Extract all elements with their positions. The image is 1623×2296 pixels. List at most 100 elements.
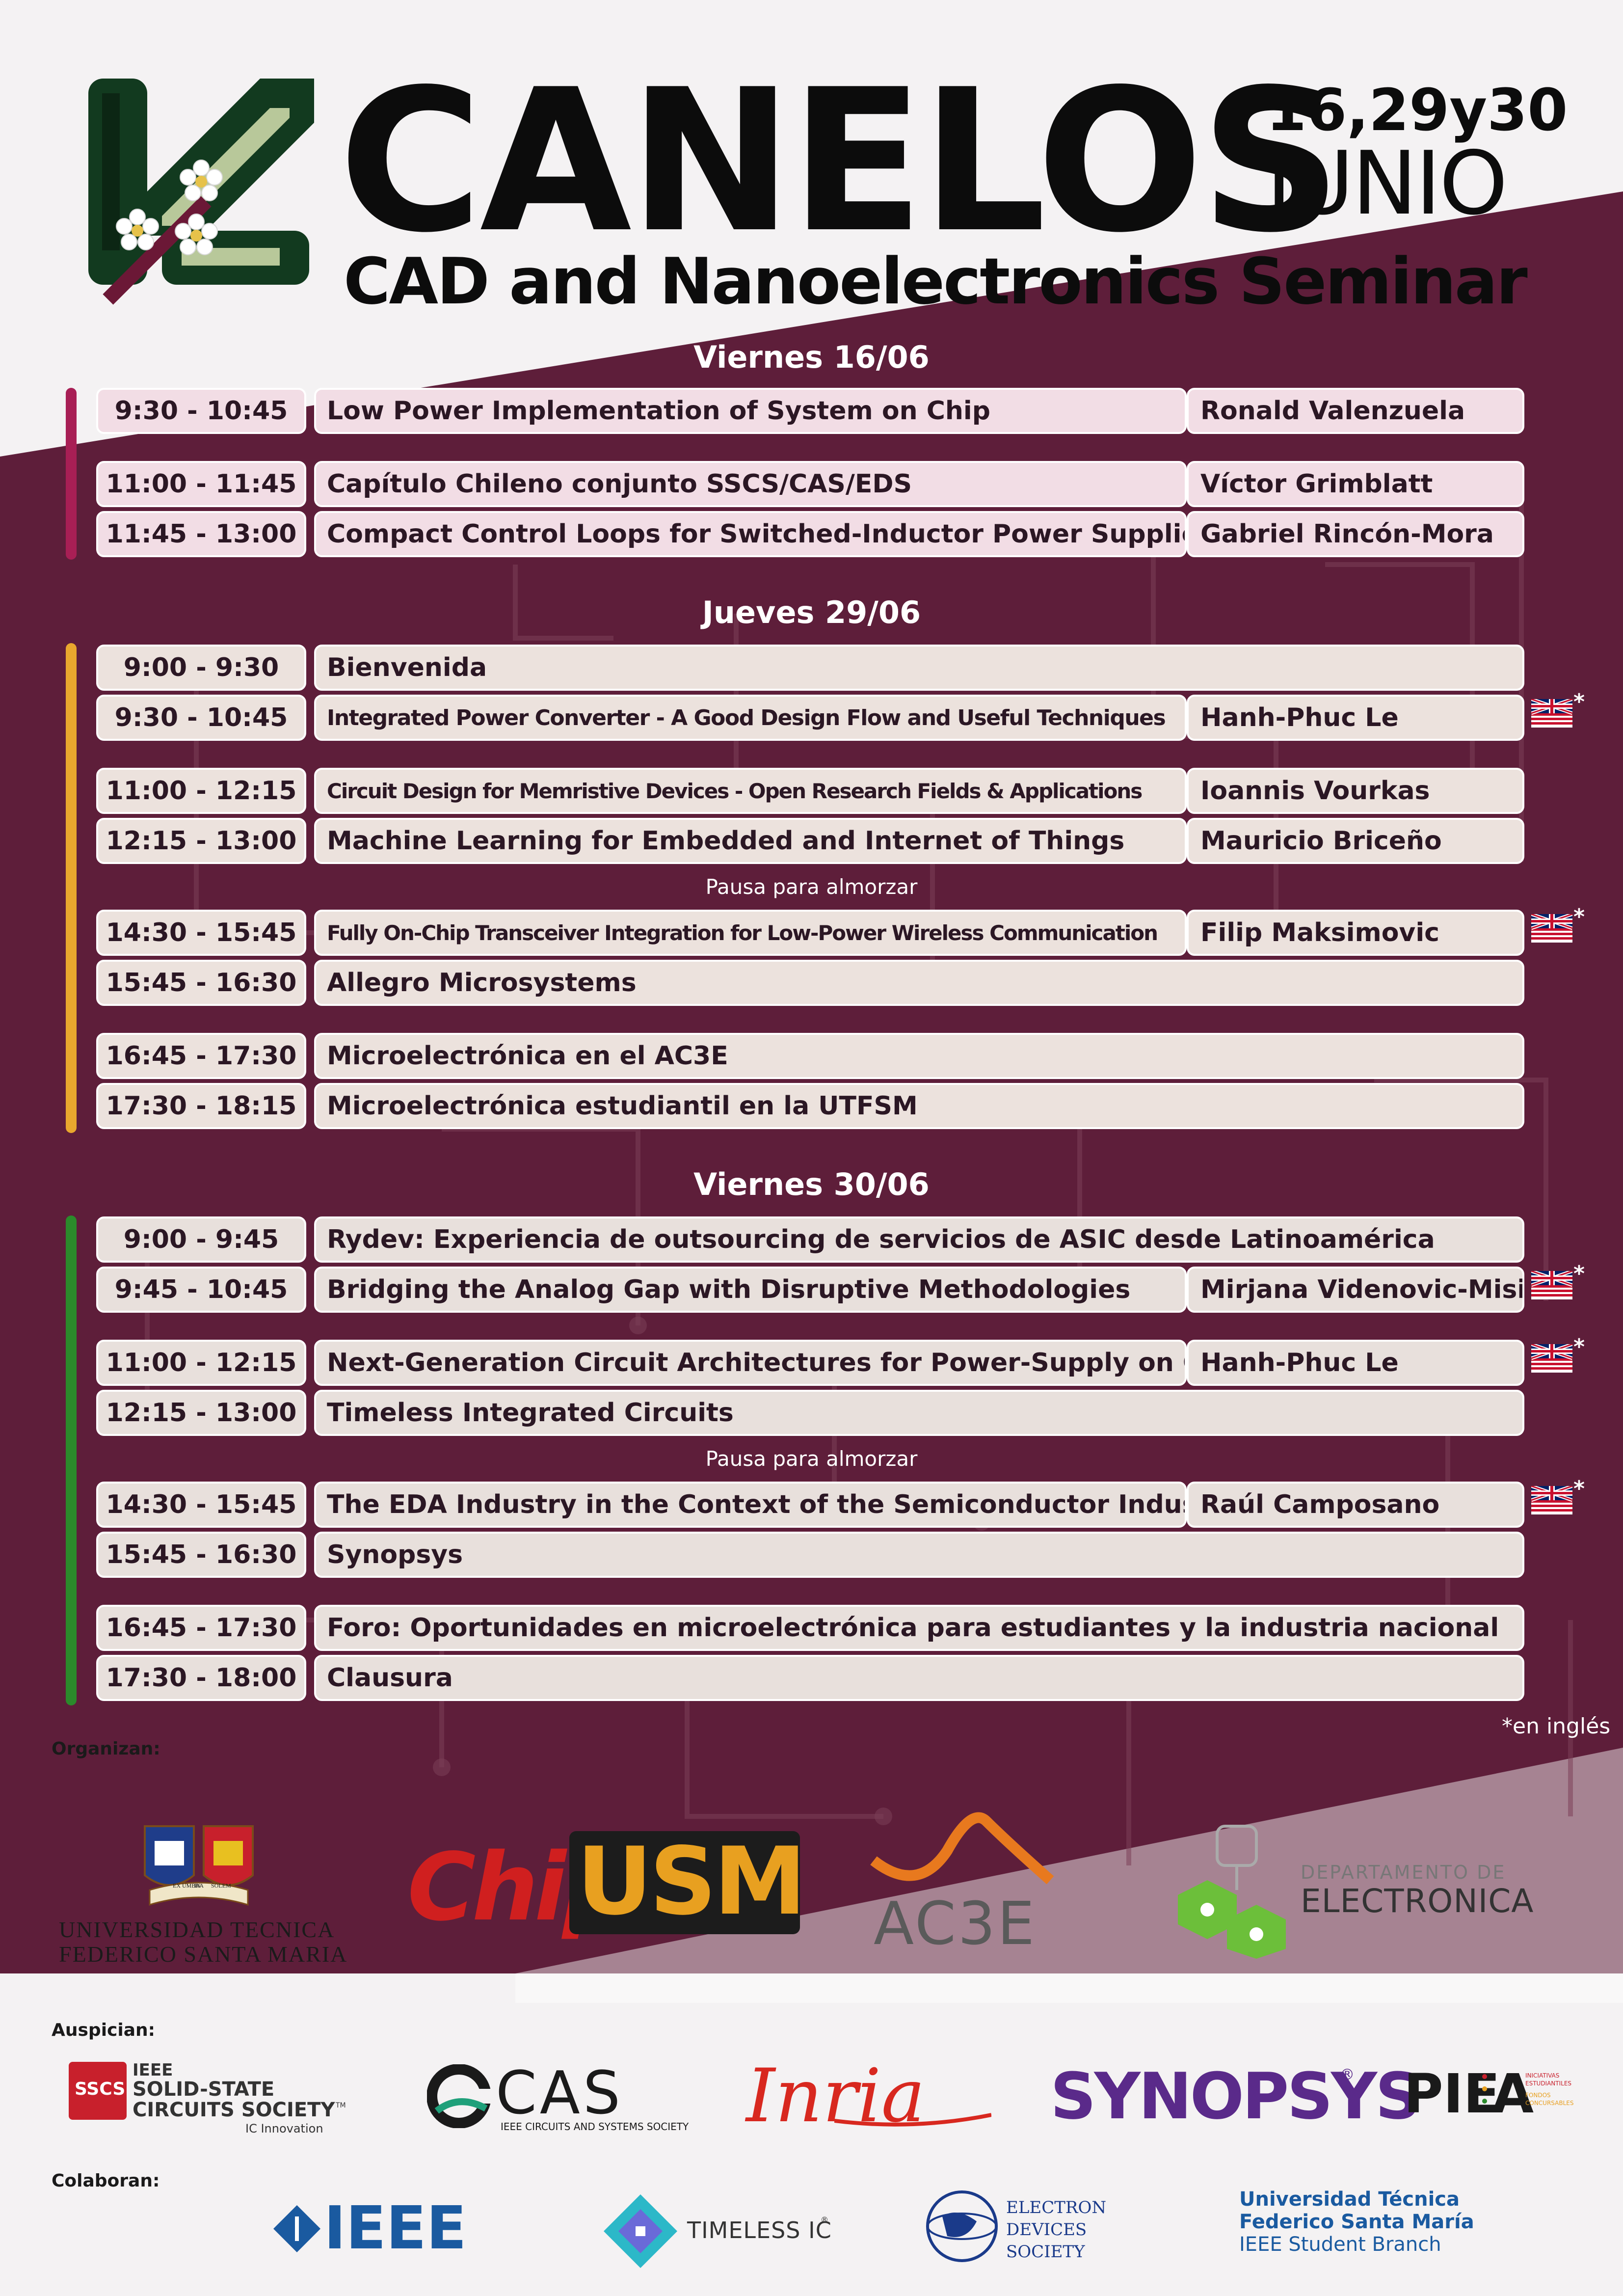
electronica-circuit-icon [1178, 1825, 1286, 1959]
poster: CANELOS 16,29y30 JUNIO CAD and Nanoelect… [0, 0, 1623, 2296]
eds-line2: DEVICES [1006, 2220, 1087, 2240]
session-time: 9:00 - 9:45 [96, 1216, 306, 1263]
session-time: 12:15 - 13:00 [96, 818, 306, 864]
session-time: 9:00 - 9:30 [96, 645, 306, 691]
session-title: Microelectrónica estudiantil en la UTFSM [314, 1083, 1524, 1129]
session-title: Circuit Design for Memristive Devices - … [314, 768, 1187, 814]
session-title: The EDA Industry in the Context of the S… [314, 1482, 1187, 1528]
session-speaker: Hanh-Phuc Le [1187, 695, 1524, 741]
timeless-chip-icon [604, 2194, 677, 2268]
session-title: Allegro Microsystems [314, 960, 1524, 1006]
ieee-text: IEEE [324, 2194, 467, 2263]
timeless-text: TIMELESS IC [687, 2217, 832, 2243]
electronica-line1: DEPARTAMENTO DE [1301, 1862, 1506, 1883]
english-note: *en inglés [1502, 1714, 1611, 1739]
english-asterisk: * [1573, 1261, 1585, 1286]
session-title: Compact Control Loops for Switched-Induc… [314, 511, 1187, 557]
utfsm-crest-icon [144, 1825, 254, 1906]
day-color-bar [66, 388, 77, 560]
timeless-mark: ® [821, 2215, 828, 2224]
session-time: 11:00 - 12:15 [96, 1340, 306, 1386]
uk-us-flag-icon [1531, 1486, 1572, 1514]
canelos-logo-icon [88, 79, 314, 305]
piea-sub4: CONCURSABLES [1525, 2100, 1574, 2107]
session-title: Microelectrónica en el AC3E [314, 1033, 1524, 1079]
session-time: 11:00 - 12:15 [96, 768, 306, 814]
session-time: 15:45 - 16:30 [96, 960, 306, 1006]
sscs-badge: SSCS [75, 2079, 126, 2099]
lunch-break-label: Pausa para almorzar [705, 875, 918, 899]
session-title: Low Power Implementation of System on Ch… [314, 388, 1187, 434]
english-asterisk: * [1573, 689, 1585, 714]
student-branch-line2: Federico Santa María [1239, 2211, 1474, 2233]
eds-line1: ELECTRON [1006, 2198, 1107, 2217]
day-title: Jueves 29/06 [702, 594, 921, 630]
event-month: JUNIO [1266, 133, 1508, 234]
session-time: 12:15 - 13:00 [96, 1390, 306, 1436]
session-speaker: Víctor Grimblatt [1187, 461, 1524, 507]
session-title: Machine Learning for Embedded and Intern… [314, 818, 1187, 864]
session-speaker: Mirjana Videnovic-Misic [1187, 1267, 1524, 1313]
ac3e-text: AC3E [874, 1890, 1037, 1958]
sscs-trademark: TM [336, 2102, 346, 2109]
session-time: 15:45 - 16:30 [96, 1532, 306, 1578]
session-speaker: Hanh-Phuc Le [1187, 1340, 1524, 1386]
eds-line3: SOCIETY [1006, 2242, 1085, 2262]
student-branch-line3: IEEE Student Branch [1239, 2233, 1441, 2256]
session-title: Fully On-Chip Transceiver Integration fo… [314, 910, 1187, 956]
utfsm-motto-center: IN [194, 1882, 201, 1889]
organizers-label: Organizan: [52, 1739, 160, 1759]
piea-sub2: ESTUDIANTILES [1525, 2080, 1572, 2087]
session-speaker: Raúl Camposano [1187, 1482, 1524, 1528]
uk-us-flag-icon [1531, 1344, 1572, 1373]
session-speaker: Filip Maksimovic [1187, 910, 1524, 956]
event-subtitle: CAD and Nanoelectronics Seminar [344, 244, 1528, 319]
utfsm-motto-right: SOLEM [211, 1882, 231, 1889]
uk-us-flag-icon [1531, 914, 1572, 943]
session-speaker: Mauricio Briceño [1187, 818, 1524, 864]
session-speaker: Gabriel Rincón-Mora [1187, 511, 1524, 557]
session-time: 16:45 - 17:30 [96, 1605, 306, 1651]
utfsm-name-line2: FEDERICO SANTA MARIA [59, 1942, 348, 1967]
session-time: 16:45 - 17:30 [96, 1033, 306, 1079]
session-time: 11:45 - 13:00 [96, 511, 306, 557]
ieee-diamond-icon [273, 2205, 320, 2252]
session-time: 9:30 - 10:45 [96, 388, 306, 434]
english-asterisk: * [1573, 904, 1585, 929]
session-time: 14:30 - 15:45 [96, 910, 306, 956]
session-time: 14:30 - 15:45 [96, 1482, 306, 1528]
session-title: Bridging the Analog Gap with Disruptive … [314, 1267, 1187, 1313]
session-title: Next-Generation Circuit Architectures fo… [314, 1340, 1187, 1386]
chipusm-logo: Chip USM [407, 1827, 806, 1949]
session-title: Foro: Oportunidades en microelectrónica … [314, 1605, 1524, 1651]
uk-us-flag-icon [1531, 1271, 1572, 1299]
eds-globe-icon [926, 2190, 998, 2262]
cas-subtitle: IEEE CIRCUITS AND SYSTEMS SOCIETY [501, 2121, 689, 2133]
electronica-line2: ELECTRONICA [1301, 1882, 1534, 1920]
event-title: CANELOS [339, 48, 1342, 276]
sscs-logo: SSCS IEEE SOLID-STATE CIRCUITS SOCIETY T… [69, 2062, 348, 2140]
session-title: Timeless Integrated Circuits [314, 1390, 1524, 1436]
day-title: Viernes 30/06 [693, 1166, 930, 1202]
session-time: 11:00 - 11:45 [96, 461, 306, 507]
sponsors-label: Auspician: [52, 2020, 156, 2040]
inria-underline-icon [834, 2113, 991, 2127]
student-branch-line1: Universidad Técnica [1239, 2188, 1460, 2211]
session-speaker: Ronald Valenzuela [1187, 388, 1524, 434]
uk-us-flag-icon [1531, 699, 1572, 728]
session-time: 9:30 - 10:45 [96, 695, 306, 741]
sscs-line3: CIRCUITS SOCIETY [133, 2099, 335, 2121]
synopsys-mark: ® [1340, 2066, 1355, 2083]
sscs-line1: IEEE [133, 2060, 173, 2080]
english-asterisk: * [1573, 1334, 1585, 1359]
session-time: 17:30 - 18:00 [96, 1655, 306, 1701]
session-title: Clausura [314, 1655, 1524, 1701]
sscs-line2: SOLID-STATE [133, 2078, 275, 2101]
cas-swoosh-icon [427, 2064, 491, 2128]
session-time: 9:45 - 10:45 [96, 1267, 306, 1313]
usm-text: USM [577, 1827, 806, 1936]
session-title: Bienvenida [314, 645, 1524, 691]
cas-text: CAS [496, 2059, 624, 2128]
day-title: Viernes 16/06 [693, 339, 930, 375]
piea-sub3: FONDOS [1525, 2092, 1551, 2099]
